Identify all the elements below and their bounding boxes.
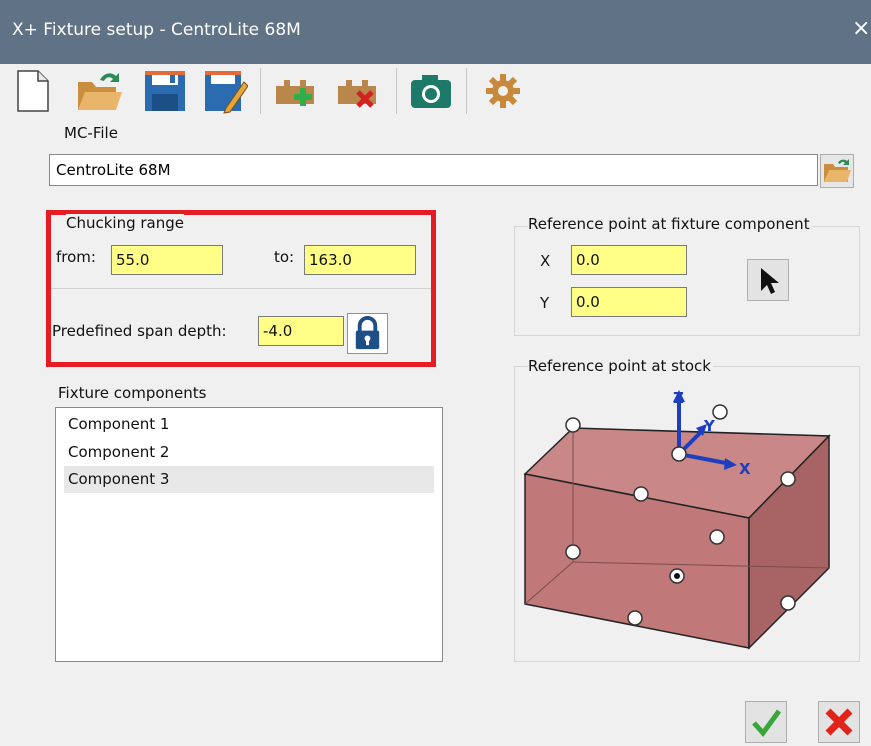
to-label: to: <box>274 248 295 266</box>
cross-icon <box>825 708 853 736</box>
components-list[interactable]: Component 1 Component 2 Component 3 <box>55 407 443 662</box>
settings-icon[interactable] <box>480 68 526 114</box>
reference-handle <box>565 417 581 433</box>
axis-y-label: Y <box>703 417 716 435</box>
open-folder-icon <box>824 159 851 182</box>
from-input[interactable] <box>111 245 223 275</box>
reference-handle <box>780 471 796 487</box>
fixture-components-label: Fixture components <box>58 384 207 402</box>
lock-icon <box>355 316 380 350</box>
axis-z-label: Z <box>673 389 684 407</box>
close-icon[interactable]: × <box>852 16 870 41</box>
list-item[interactable]: Component 1 <box>64 411 434 438</box>
add-component-icon[interactable] <box>272 68 318 114</box>
reference-handle <box>671 446 687 462</box>
reference-handle <box>709 529 725 545</box>
stock-preview[interactable]: Z Y X <box>515 366 860 662</box>
y-input[interactable] <box>571 287 687 317</box>
span-depth-input[interactable] <box>258 316 344 346</box>
reference-handle <box>712 404 728 420</box>
delete-component-icon[interactable] <box>334 68 380 114</box>
toolbar <box>0 64 871 118</box>
cursor-icon <box>761 268 779 294</box>
open-folder-icon[interactable] <box>76 68 122 114</box>
chucking-range-label: Chucking range <box>66 214 185 232</box>
list-item-selected[interactable]: Component 3 <box>64 466 434 493</box>
pick-point-button[interactable] <box>747 259 789 301</box>
reference-handle <box>565 544 581 560</box>
save-as-icon[interactable] <box>202 68 248 114</box>
camera-icon[interactable] <box>408 68 454 114</box>
span-depth-label: Predefined span depth: <box>52 322 227 340</box>
reference-handle <box>780 595 796 611</box>
mc-file-field[interactable] <box>49 154 818 186</box>
reference-handle <box>627 610 643 626</box>
reference-handle <box>633 486 649 502</box>
stock-cube: Z Y X <box>523 389 831 650</box>
y-label: Y <box>540 294 550 312</box>
mc-file-label: MC-File <box>64 124 118 142</box>
browse-button[interactable] <box>820 154 854 188</box>
list-item[interactable]: Component 2 <box>64 439 434 466</box>
title-bar: X+ Fixture setup - CentroLite 68M × <box>0 0 871 64</box>
ref-fixture-label: Reference point at fixture component <box>528 215 812 233</box>
axis-x-label: X <box>739 460 751 478</box>
lock-button[interactable] <box>347 313 388 354</box>
ref-fixture-group <box>514 226 860 336</box>
to-input[interactable] <box>304 245 416 275</box>
ok-button[interactable] <box>745 701 787 743</box>
from-label: from: <box>56 248 96 266</box>
x-input[interactable] <box>571 245 687 275</box>
checkmark-icon <box>752 709 782 737</box>
cancel-button[interactable] <box>818 701 860 743</box>
window-title: X+ Fixture setup - CentroLite 68M <box>12 20 301 40</box>
new-file-icon[interactable] <box>8 68 54 114</box>
save-icon[interactable] <box>142 68 188 114</box>
x-label: X <box>540 252 551 270</box>
divider <box>51 288 431 289</box>
